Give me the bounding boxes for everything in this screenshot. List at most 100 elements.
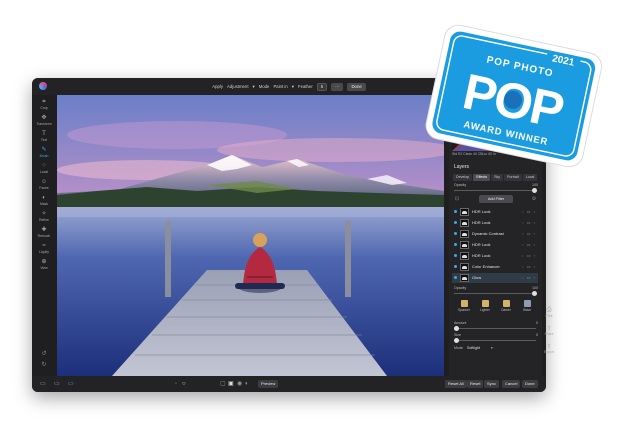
tab-sky[interactable]: Sky: [491, 174, 504, 181]
undo-icon[interactable]: ↺: [39, 350, 49, 358]
layer-visibility-icon[interactable]: [454, 243, 457, 246]
tab-local[interactable]: Local: [522, 174, 538, 181]
tool-view[interactable]: ⊕ View: [32, 259, 56, 273]
tool-local[interactable]: ⁘ Local: [32, 163, 56, 177]
layer-visibility-icon[interactable]: [454, 232, 457, 235]
layer-options-icon[interactable]: ◌ ▭ ›: [521, 220, 536, 225]
tool-transform[interactable]: ✥ Transform: [32, 115, 56, 129]
layer-visibility-icon[interactable]: [454, 276, 457, 279]
layer-visibility-icon[interactable]: [454, 254, 457, 257]
crop-icon: ⌗: [42, 99, 46, 105]
apply-dropdown[interactable]: Adjustment: [227, 84, 249, 89]
mask-view-icon[interactable]: ◐: [245, 380, 249, 388]
layer-options-icon[interactable]: ◌ ▭ ›: [521, 264, 536, 269]
add-filter-button[interactable]: Add Filter: [479, 195, 513, 203]
tool-retouch[interactable]: ✚ Retouch: [32, 227, 56, 241]
sync-button[interactable]: Sync: [484, 380, 499, 388]
panel-tabs: Develop Effects Sky Portrait Local: [453, 174, 538, 181]
cancel-button[interactable]: Cancel: [502, 380, 521, 388]
share-icon: ⇪: [546, 326, 552, 332]
layer-thumbnail: [460, 263, 469, 271]
tool-brush[interactable]: ✎ Brush: [32, 147, 56, 161]
tool-refine[interactable]: ✧ Refine: [32, 211, 56, 225]
panel-left-icon[interactable]: ▭: [40, 380, 46, 388]
layer-thumbnail: [460, 219, 469, 227]
layer-item[interactable]: Dynamic Contrast ◌ ▭ ›: [452, 229, 538, 239]
layer-item[interactable]: HDR Look ◌ ▭ ›: [452, 251, 538, 261]
print-icon: ⎙: [546, 307, 552, 313]
chevron-down-icon[interactable]: ▾: [491, 346, 493, 350]
opacity-slider[interactable]: [454, 188, 537, 193]
chevron-down-icon[interactable]: ▾: [253, 84, 255, 90]
mode-lighter-button[interactable]: Lighter: [476, 300, 494, 316]
opacity2-slider[interactable]: [454, 291, 537, 296]
tool-print[interactable]: ⎙ Print: [543, 307, 555, 318]
fit-icon[interactable]: ▢: [220, 380, 226, 388]
actual-size-icon[interactable]: ▣: [228, 380, 234, 388]
app-logo-icon: [39, 82, 47, 90]
layer-item[interactable]: HDR Look ◌ ▭ ›: [452, 218, 538, 228]
done-button[interactable]: Done: [347, 82, 366, 91]
layer-item[interactable]: Color Enhancer ◌ ▭ ›: [452, 262, 538, 272]
refine-icon: ✧: [41, 211, 47, 217]
size-value: 0: [536, 333, 538, 337]
amount-slider-knob[interactable]: [454, 326, 459, 331]
opacity-value: 100: [532, 183, 538, 187]
more-button[interactable]: ···: [331, 82, 344, 91]
settings-icon[interactable]: ⚙: [529, 195, 539, 203]
layer-item-selected[interactable]: Glow ◌ ▭ ›: [452, 273, 538, 283]
tool-mask[interactable]: ◐ Mask: [32, 195, 56, 209]
size-slider[interactable]: [454, 338, 536, 343]
tool-crop[interactable]: ⌗ Crop: [32, 99, 56, 113]
tab-effects[interactable]: Effects: [473, 174, 491, 181]
reset-all-button[interactable]: Reset All: [445, 380, 467, 388]
opacity-label: Opacity: [454, 183, 467, 187]
redo-icon[interactable]: ↻: [39, 361, 49, 369]
layer-visibility-icon[interactable]: [454, 210, 457, 213]
photo-canvas[interactable]: [57, 95, 444, 376]
size-label: Size: [454, 333, 461, 337]
layer-options-icon[interactable]: ◌ ▭ ›: [521, 253, 536, 258]
layer-thumbnail: [460, 274, 469, 282]
add-layer-icon[interactable]: ⊡: [452, 195, 462, 203]
mode-wave-button[interactable]: Wave: [518, 300, 536, 316]
layer-options-icon[interactable]: ◌ ▭ ›: [521, 242, 536, 247]
export-icon: ⇧: [546, 344, 552, 350]
tab-develop[interactable]: Develop: [453, 174, 473, 181]
preview-button[interactable]: Preview: [258, 380, 279, 388]
tab-portrait[interactable]: Portrait: [504, 174, 522, 181]
chevron-down-icon[interactable]: ▾: [292, 84, 294, 90]
layer-visibility-icon[interactable]: [454, 221, 457, 224]
text-icon: T: [42, 131, 46, 137]
tool-faces[interactable]: ☺ Faces: [32, 179, 56, 193]
done-bottom-button[interactable]: Done: [522, 380, 538, 388]
liquify-icon: ≈: [42, 243, 46, 249]
mode-dropdown[interactable]: Paint in: [273, 84, 287, 89]
compare-icon[interactable]: ▭: [54, 380, 60, 388]
layer-visibility-icon[interactable]: [454, 265, 457, 268]
layer-options-icon[interactable]: ◌ ▭ ›: [521, 209, 536, 214]
tool-text[interactable]: T Text: [32, 131, 56, 145]
opacity-slider-knob[interactable]: [532, 188, 537, 193]
amount-label: Amount: [454, 321, 467, 325]
view-mode-icon[interactable]: ◉: [237, 380, 242, 388]
layer-options-icon[interactable]: ◌ ▭ ›: [521, 231, 536, 236]
reset-button[interactable]: Reset: [467, 380, 484, 388]
size-slider-knob[interactable]: [454, 338, 459, 343]
layer-options-icon[interactable]: ◌ ▭ ›: [521, 275, 536, 280]
layer-item[interactable]: HDR Look ◌ ▭ ›: [452, 207, 538, 217]
faces-icon: ☺: [40, 179, 48, 185]
zoom-slider-icon[interactable]: ○: [182, 380, 186, 388]
mode-spanner-button[interactable]: Spanner: [455, 300, 473, 316]
tool-export[interactable]: ⇧ Export: [543, 343, 555, 354]
opacity2-slider-knob[interactable]: [532, 291, 537, 296]
mode-darker-button[interactable]: Darker: [497, 300, 515, 316]
blend-mode-dropdown[interactable]: Softlight: [467, 346, 480, 350]
feather-input[interactable]: 5: [316, 82, 328, 91]
tool-share[interactable]: ⇪ Share: [543, 325, 555, 336]
zoom-out-icon[interactable]: ◦: [175, 380, 177, 388]
layer-item[interactable]: HDR Look ◌ ▭ ›: [452, 240, 538, 250]
split-view-icon[interactable]: ▭: [68, 380, 74, 388]
tool-liquify[interactable]: ≈ Liquify: [32, 243, 56, 257]
amount-slider[interactable]: [454, 326, 536, 331]
